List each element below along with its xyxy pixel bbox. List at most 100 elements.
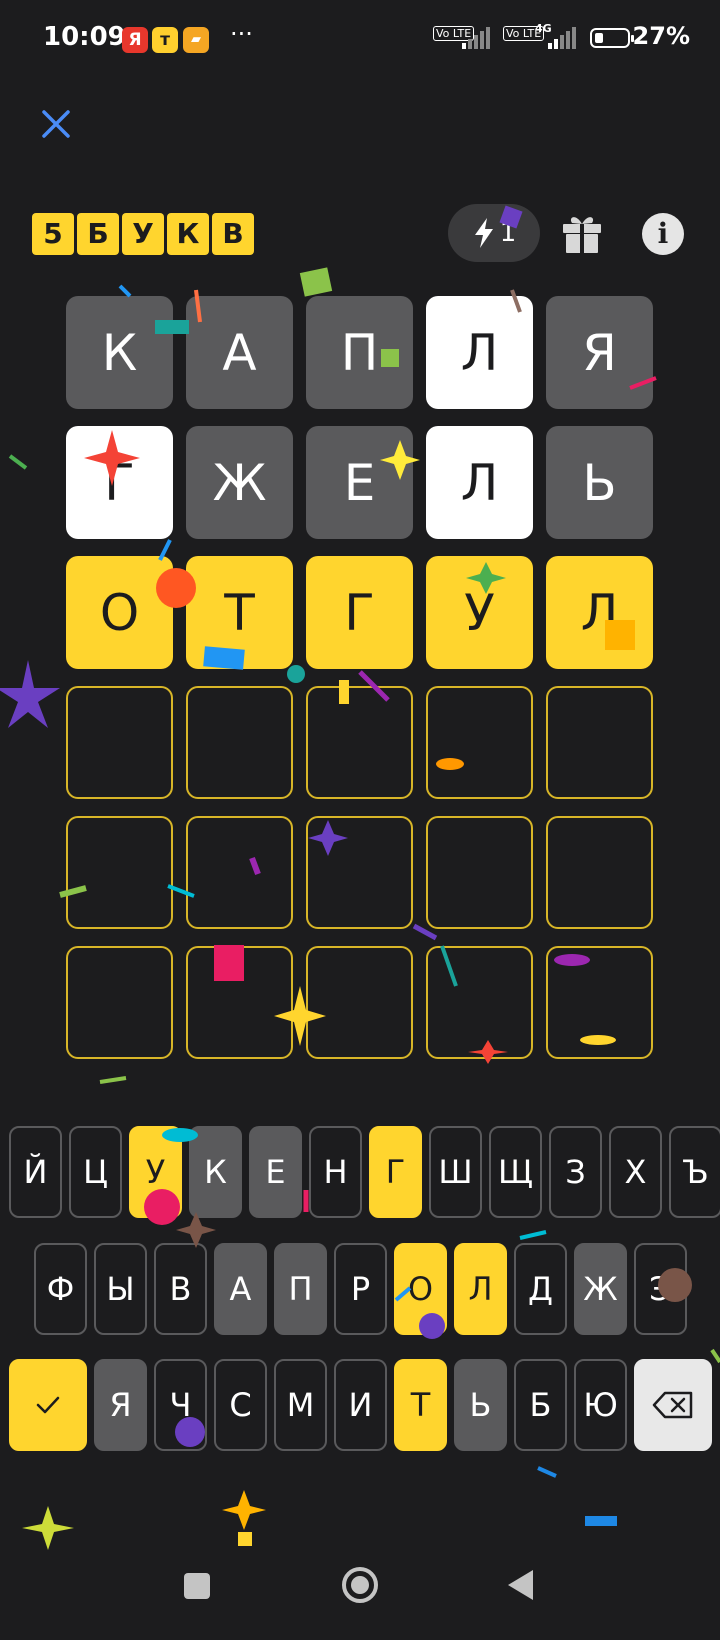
key-letter[interactable]: Ч (154, 1359, 207, 1451)
letter-tile: П (306, 296, 413, 409)
letter-tile: Ь (546, 426, 653, 539)
empty-tile (306, 816, 413, 929)
logo-letter: 5 (32, 213, 74, 255)
status-bar: 10:09 Я т ▰ ··· Vo LTE Vo LTE 4G 27% (0, 0, 720, 80)
key-letter[interactable]: Х (609, 1126, 662, 1218)
letter-tile: Л (546, 556, 653, 669)
empty-tile (66, 686, 173, 799)
letter-tile: К (66, 296, 173, 409)
key-letter[interactable]: Щ (489, 1126, 542, 1218)
empty-tile (186, 946, 293, 1059)
hint-count: 1 (499, 218, 517, 248)
status-time: 10:09 (43, 22, 126, 52)
board-row (66, 816, 653, 929)
info-button[interactable]: i (642, 213, 684, 255)
key-letter[interactable]: А (214, 1243, 267, 1335)
empty-tile (426, 686, 533, 799)
key-letter[interactable]: О (394, 1243, 447, 1335)
signal-2-icon (548, 27, 578, 49)
recents-button[interactable] (182, 1571, 212, 1605)
key-letter[interactable]: Л (454, 1243, 507, 1335)
key-letter[interactable]: З (549, 1126, 602, 1218)
keyboard-row-3: ЯЧСМИТЬБЮ (9, 1359, 712, 1451)
key-letter[interactable]: Ш (429, 1126, 482, 1218)
system-navbar (0, 1545, 720, 1640)
letter-tile: Л (426, 296, 533, 409)
letter-tile: У (426, 556, 533, 669)
check-icon (36, 1396, 60, 1414)
keyboard-row-1: ЙЦУКЕНГШЩЗХЪ (9, 1126, 720, 1218)
key-letter[interactable]: У (129, 1126, 182, 1218)
key-letter[interactable]: Г (369, 1126, 422, 1218)
letter-tile: Г (306, 556, 413, 669)
letter-tile: Л (426, 426, 533, 539)
lightning-icon (474, 218, 493, 248)
board-row (66, 946, 653, 1059)
home-circle-icon (342, 1567, 378, 1603)
key-letter[interactable]: Э (634, 1243, 687, 1335)
battery-percent: 27% (632, 22, 690, 50)
letter-tile: Е (306, 426, 413, 539)
letter-tile: Я (546, 296, 653, 409)
more-notifications-icon: ··· (230, 20, 253, 48)
gallery-app-icon: ▰ (183, 27, 209, 53)
key-letter[interactable]: Ж (574, 1243, 627, 1335)
keyboard-row-3-letters: ЯЧСМИТЬБЮ (94, 1359, 627, 1451)
recents-square-icon (184, 1573, 210, 1599)
close-button[interactable] (36, 104, 76, 144)
letter-tile: Ж (186, 426, 293, 539)
key-letter[interactable]: Ц (69, 1126, 122, 1218)
key-letter[interactable]: Й (9, 1126, 62, 1218)
backspace-key[interactable] (634, 1359, 712, 1451)
gift-icon (563, 217, 601, 253)
key-letter[interactable]: Н (309, 1126, 362, 1218)
t-app-icon: т (152, 27, 178, 53)
letter-tile: А (186, 296, 293, 409)
empty-tile (546, 946, 653, 1059)
back-triangle-icon (508, 1570, 533, 1600)
board-row: КАПЛЯ (66, 296, 653, 409)
letter-tile: Г (66, 426, 173, 539)
logo-letter: К (167, 213, 209, 255)
key-letter[interactable]: Ъ (669, 1126, 720, 1218)
key-letter[interactable]: Б (514, 1359, 567, 1451)
home-button[interactable] (340, 1565, 380, 1609)
backspace-icon (652, 1391, 693, 1419)
logo-letter: Б (77, 213, 119, 255)
key-letter[interactable]: И (334, 1359, 387, 1451)
key-letter[interactable]: П (274, 1243, 327, 1335)
game-logo: 5 Б У К В (32, 213, 254, 255)
key-letter[interactable]: Д (514, 1243, 567, 1335)
key-letter[interactable]: Р (334, 1243, 387, 1335)
empty-tile (306, 946, 413, 1059)
hint-button[interactable]: 1 (448, 204, 540, 262)
board-row: ОТГУЛ (66, 556, 653, 669)
empty-tile (426, 816, 533, 929)
empty-tile (66, 816, 173, 929)
key-letter[interactable]: Я (94, 1359, 147, 1451)
key-letter[interactable]: С (214, 1359, 267, 1451)
key-letter[interactable]: Ы (94, 1243, 147, 1335)
keyboard-row-2: ФЫВАПРОЛДЖЭ (34, 1243, 687, 1335)
board-row: ГЖЕЛЬ (66, 426, 653, 539)
key-letter[interactable]: Ю (574, 1359, 627, 1451)
logo-letter: У (122, 213, 164, 255)
close-icon (42, 110, 70, 138)
key-letter[interactable]: Ь (454, 1359, 507, 1451)
letter-tile: О (66, 556, 173, 669)
empty-tile (426, 946, 533, 1059)
gift-button[interactable] (560, 211, 604, 255)
key-letter[interactable]: В (154, 1243, 207, 1335)
empty-tile (66, 946, 173, 1059)
yandex-app-icon: Я (122, 27, 148, 53)
enter-key[interactable] (9, 1359, 87, 1451)
key-letter[interactable]: М (274, 1359, 327, 1451)
key-letter[interactable]: К (189, 1126, 242, 1218)
letter-tile: Т (186, 556, 293, 669)
key-letter[interactable]: Е (249, 1126, 302, 1218)
empty-tile (186, 686, 293, 799)
empty-tile (546, 816, 653, 929)
key-letter[interactable]: Т (394, 1359, 447, 1451)
back-button[interactable] (505, 1567, 537, 1607)
key-letter[interactable]: Ф (34, 1243, 87, 1335)
